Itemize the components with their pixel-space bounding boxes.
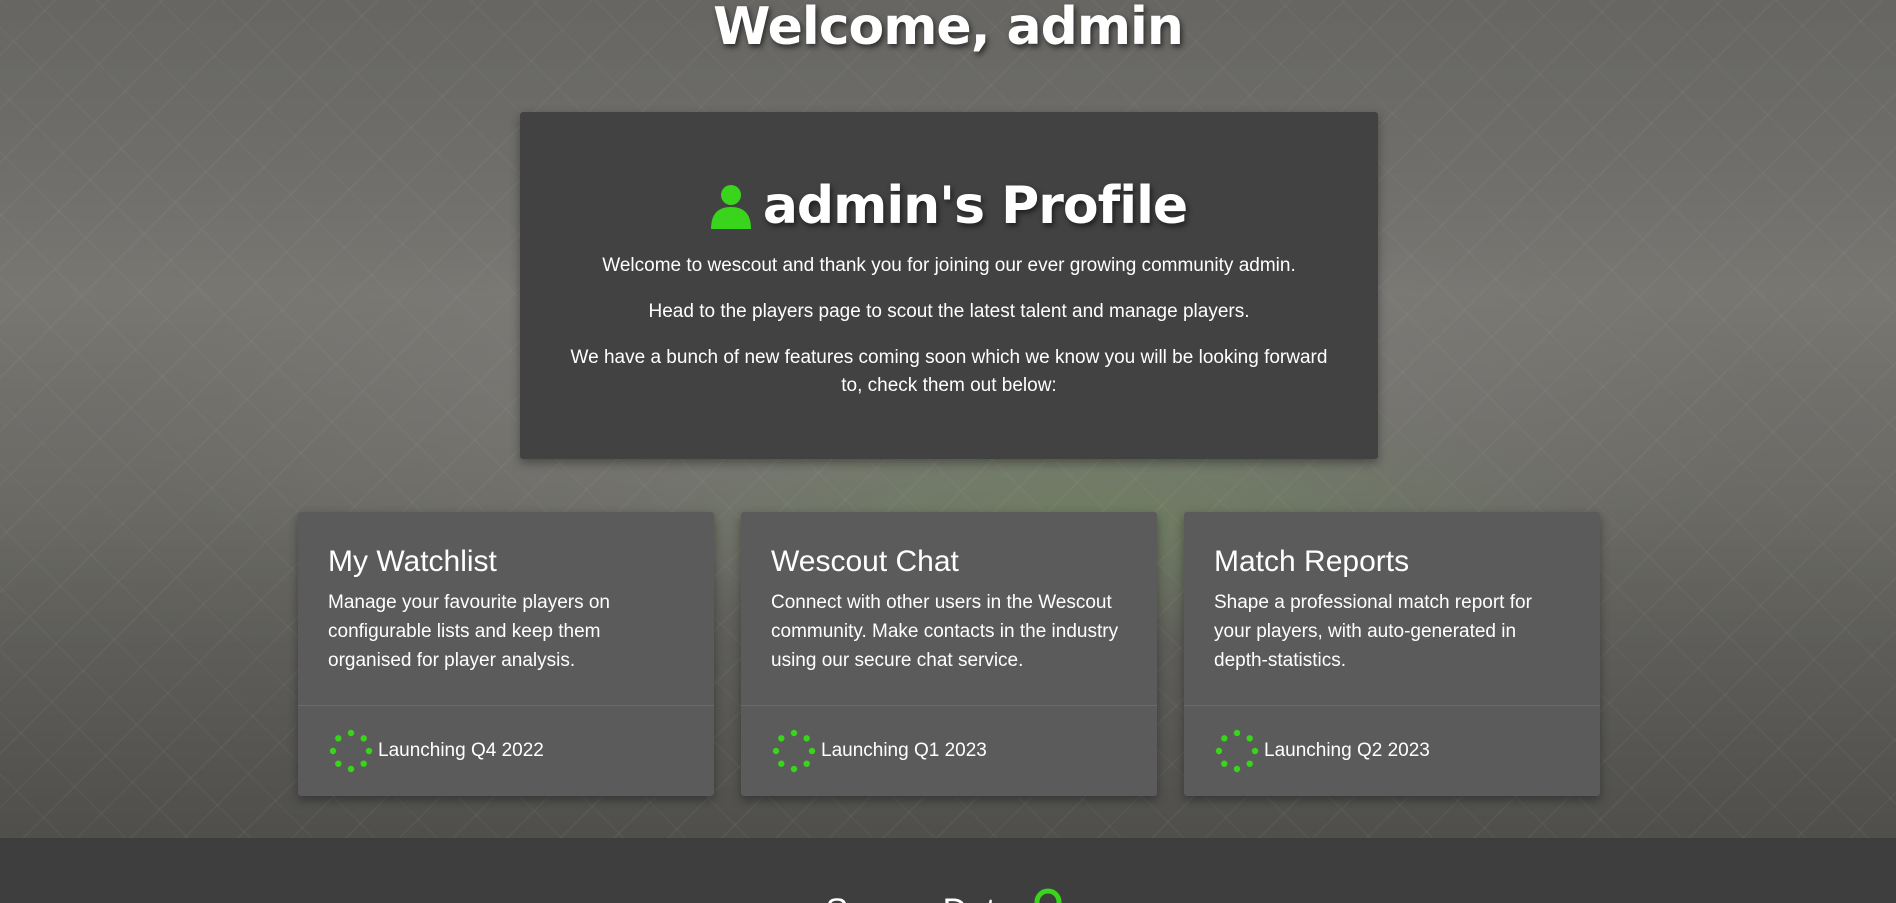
profile-panel: admin's Profile Welcome to wescout and t… (520, 112, 1378, 459)
loading-spinner-icon (1215, 729, 1259, 773)
feature-card-match-reports: Match Reports Shape a professional match… (1184, 512, 1600, 796)
card-text: Connect with other users in the Wescout … (771, 592, 1119, 671)
card-title: My Watchlist (328, 545, 497, 578)
feature-card-watchlist: My Watchlist Manage your favourite playe… (298, 512, 714, 796)
loading-spinner-icon (329, 729, 373, 773)
loading-spinner-icon (772, 729, 816, 773)
profile-title-text: admin's Profile (762, 176, 1188, 236)
card-title: Wescout Chat (771, 545, 959, 578)
card-status: Launching Q4 2022 (378, 740, 544, 761)
footer-title-text: Secure Data (826, 891, 1015, 903)
card-text: Manage your favourite players on configu… (328, 592, 610, 671)
card-text: Shape a professional match report for yo… (1214, 592, 1532, 671)
profile-title: admin's Profile (520, 176, 1378, 236)
profile-players-text: Head to the players page to scout the la… (648, 301, 1250, 322)
card-status: Launching Q1 2023 (821, 740, 987, 761)
profile-features-text: We have a bunch of new features coming s… (570, 347, 1328, 396)
footer: Secure Data (0, 838, 1896, 903)
user-icon (710, 185, 751, 229)
card-title: Match Reports (1214, 545, 1410, 578)
lock-icon (1034, 888, 1061, 903)
feature-card-chat: Wescout Chat Connect with other users in… (741, 512, 1157, 796)
card-status: Launching Q2 2023 (1264, 740, 1430, 761)
profile-welcome-text: Welcome to wescout and thank you for joi… (602, 255, 1296, 276)
welcome-heading: Welcome, admin (713, 0, 1184, 57)
footer-title: Secure Data (0, 888, 1896, 903)
